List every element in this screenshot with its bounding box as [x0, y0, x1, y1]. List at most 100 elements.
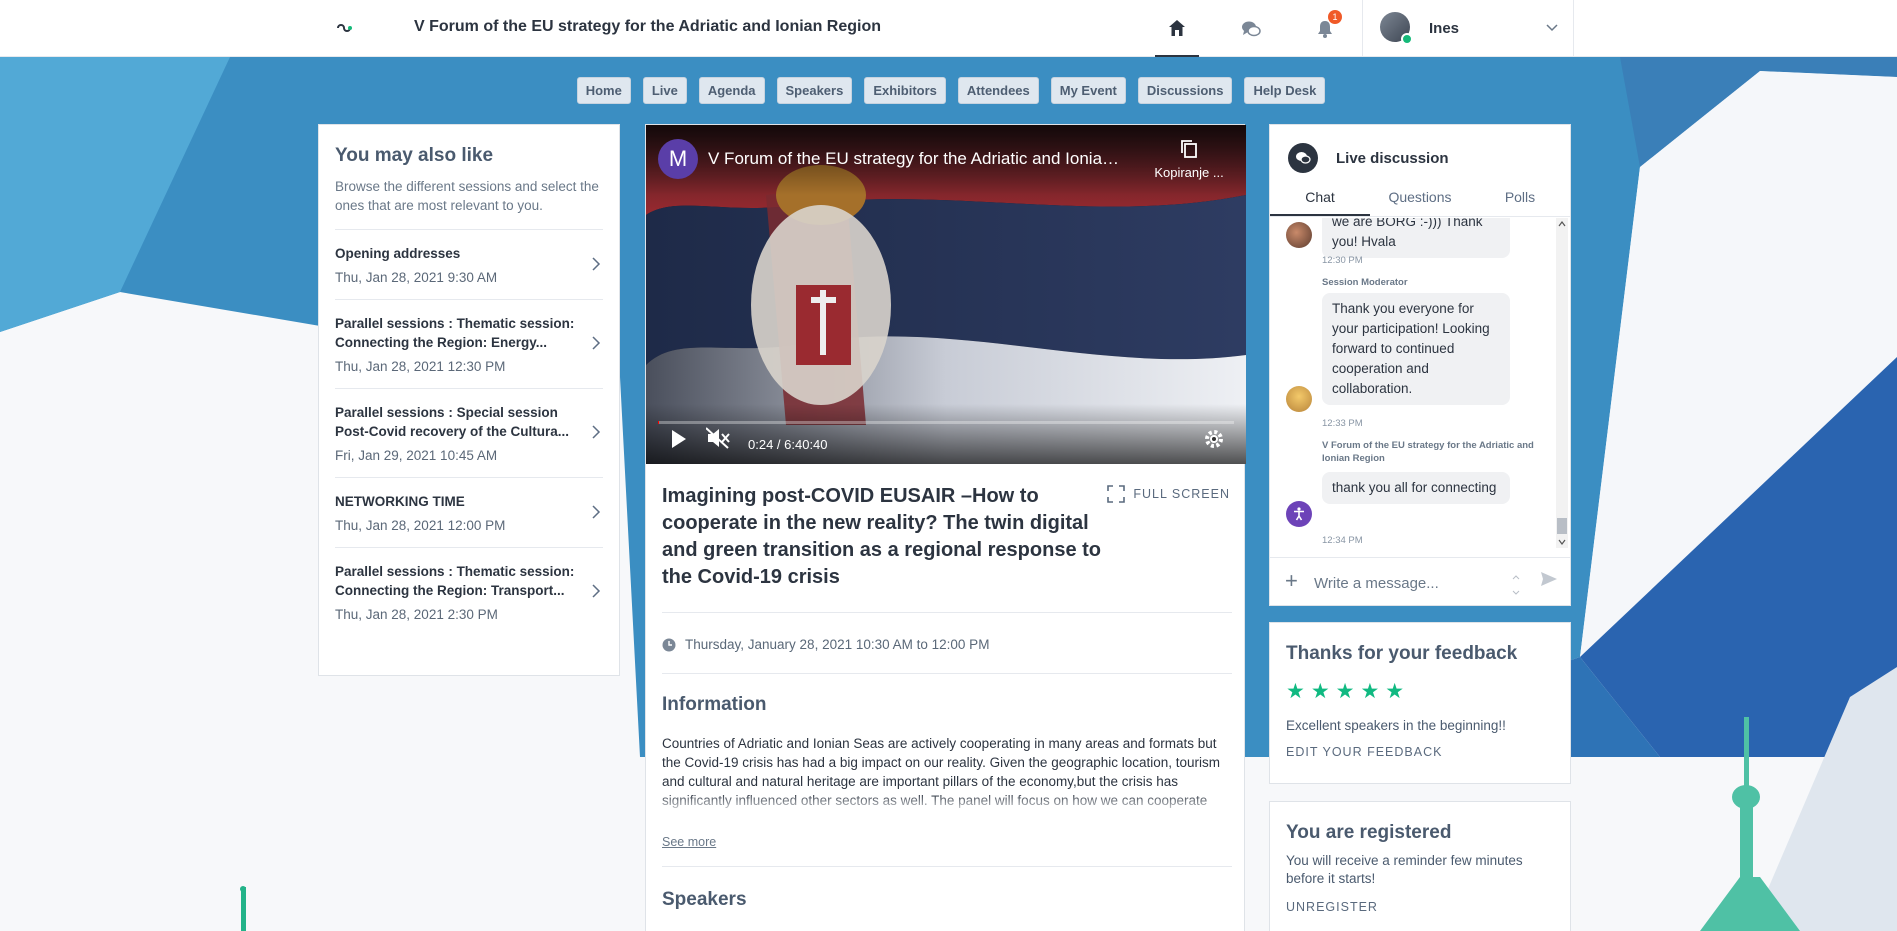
- divider: [662, 612, 1232, 613]
- nav-my-event[interactable]: My Event: [1050, 77, 1126, 104]
- messages-button[interactable]: [1229, 0, 1273, 57]
- message-avatar: [1286, 222, 1312, 248]
- nav-attendees[interactable]: Attendees: [957, 77, 1039, 104]
- feedback-comment: Excellent speakers in the beginning!!: [1286, 718, 1506, 733]
- message-time: 12:30 PM: [1322, 255, 1363, 266]
- add-attachment-button[interactable]: +: [1285, 570, 1298, 592]
- session-item-date: Thu, Jan 28, 2021 12:30 PM: [335, 359, 506, 374]
- clock-icon: [662, 638, 676, 651]
- session-item-title: Opening addresses: [335, 246, 461, 261]
- message-bubble: we are BORG :-))) Thank you! Hvala: [1322, 218, 1510, 258]
- fullscreen-icon: [1107, 485, 1126, 503]
- recommendations-title: You may also like: [335, 145, 494, 166]
- chevron-right-icon: [592, 425, 601, 439]
- chevron-right-icon: [592, 584, 601, 598]
- chat-tabs: Chat Questions Polls: [1270, 189, 1570, 217]
- registration-text: You will receive a reminder few minutes …: [1286, 853, 1523, 886]
- event-logo-icon[interactable]: [335, 19, 355, 37]
- session-item[interactable]: NETWORKING TIME Thu, Jan 28, 2021 12:00 …: [335, 477, 603, 533]
- session-panel: M V Forum of the EU strategy for the Adr…: [645, 124, 1246, 931]
- video-progress-bar[interactable]: [658, 421, 1234, 424]
- registration-title: You are registered: [1286, 822, 1452, 843]
- event-title[interactable]: V Forum of the EU strategy for the Adria…: [414, 18, 881, 36]
- information-title: Information: [662, 694, 767, 715]
- nav-agenda[interactable]: Agenda: [698, 77, 765, 104]
- chat-scrollbar-thumb[interactable]: [1557, 518, 1567, 534]
- live-discussion-icon: [1288, 143, 1318, 173]
- session-item-title: Parallel sessions : Thematic session: Co…: [335, 316, 575, 350]
- user-name: Ines: [1429, 20, 1460, 37]
- play-button[interactable]: [670, 429, 688, 454]
- live-discussion-panel: Live discussion Chat Questions Polls we …: [1269, 124, 1571, 606]
- video-progress-fill: [658, 421, 659, 424]
- fullscreen-button[interactable]: FULL SCREEN: [1107, 485, 1230, 503]
- edit-feedback-link[interactable]: EDIT YOUR FEEDBACK: [1286, 745, 1554, 759]
- video-time: 0:24 / 6:40:40: [748, 437, 828, 452]
- message-time: 12:33 PM: [1322, 418, 1363, 429]
- session-item[interactable]: Parallel sessions : Special session Post…: [335, 388, 603, 463]
- live-discussion-title: Live discussion: [1336, 150, 1449, 167]
- gear-icon: [1205, 430, 1223, 448]
- tab-chat[interactable]: Chat: [1270, 189, 1370, 216]
- copy-icon: [1181, 140, 1197, 158]
- session-item[interactable]: Parallel sessions : Thematic session: Co…: [335, 547, 603, 622]
- home-button[interactable]: [1155, 0, 1199, 57]
- notifications-button[interactable]: 1: [1303, 0, 1347, 57]
- chat-messages[interactable]: we are BORG :-))) Thank you! Hvala 12:30…: [1270, 218, 1558, 548]
- star-rating: ★★★★★: [1286, 680, 1411, 703]
- session-item-title: NETWORKING TIME: [335, 494, 465, 509]
- online-status-dot: [1401, 33, 1413, 45]
- session-item-title: Parallel sessions : Special session Post…: [335, 405, 570, 439]
- scroll-down-icon: [1558, 539, 1566, 545]
- home-icon: [1169, 19, 1185, 36]
- copy-link-button[interactable]: Kopiranje ...: [1144, 139, 1234, 180]
- speakers-title: Speakers: [662, 889, 747, 910]
- input-stepper-icon: [1512, 575, 1520, 595]
- message-avatar: [1286, 501, 1312, 527]
- tab-questions[interactable]: Questions: [1370, 189, 1470, 216]
- message-avatar: [1286, 386, 1312, 412]
- chevron-right-icon: [592, 504, 601, 519]
- nav-live[interactable]: Live: [642, 77, 687, 104]
- settings-button[interactable]: [1204, 429, 1224, 454]
- session-item[interactable]: Parallel sessions : Thematic session: Co…: [335, 299, 603, 374]
- channel-avatar[interactable]: M: [658, 139, 698, 179]
- see-more-link[interactable]: See more: [662, 835, 716, 849]
- session-item-date: Thu, Jan 28, 2021 2:30 PM: [335, 607, 498, 622]
- nav-home[interactable]: Home: [576, 77, 631, 104]
- message-input[interactable]: [1314, 570, 1504, 596]
- mute-button[interactable]: [705, 427, 730, 454]
- message-author: V Forum of the EU strategy for the Adria…: [1322, 440, 1534, 464]
- message-time: 12:34 PM: [1322, 535, 1363, 546]
- divider: [662, 866, 1232, 867]
- unregister-link[interactable]: UNREGISTER: [1286, 900, 1554, 914]
- fullscreen-label: FULL SCREEN: [1133, 487, 1230, 501]
- notification-badge: 1: [1328, 10, 1342, 24]
- volume-muted-icon: [705, 427, 730, 449]
- message-bubble: thank you all for connecting: [1322, 472, 1510, 504]
- recommendations-subtitle: Browse the different sessions and select…: [335, 179, 599, 213]
- session-header: Imagining post-COVID EUSAIR –How to coop…: [662, 483, 1232, 591]
- copy-link-label: Kopiranje ...: [1154, 165, 1224, 180]
- session-title: Imagining post-COVID EUSAIR –How to coop…: [662, 485, 1101, 588]
- tab-polls[interactable]: Polls: [1470, 189, 1570, 216]
- session-item[interactable]: Opening addresses Thu, Jan 28, 2021 9:30…: [335, 229, 603, 285]
- top-bar: V Forum of the EU strategy for the Adria…: [0, 0, 1897, 57]
- nav-discussions[interactable]: Discussions: [1137, 77, 1233, 104]
- scroll-up-icon: [1558, 221, 1566, 227]
- user-menu[interactable]: Ines: [1362, 0, 1574, 57]
- session-item-title: Parallel sessions : Thematic session: Co…: [335, 564, 575, 598]
- nav-speakers[interactable]: Speakers: [776, 77, 853, 104]
- feedback-panel: Thanks for your feedback ★★★★★ Excellent…: [1269, 622, 1571, 784]
- video-title[interactable]: V Forum of the EU strategy for the Adria…: [708, 149, 1128, 169]
- send-icon[interactable]: [1540, 571, 1558, 587]
- play-icon: [672, 430, 686, 448]
- chat-scrollbar[interactable]: [1556, 218, 1568, 548]
- registration-panel: You are registered You will receive a re…: [1269, 801, 1571, 931]
- nav-help-desk[interactable]: Help Desk: [1244, 77, 1326, 104]
- video-player[interactable]: M V Forum of the EU strategy for the Adr…: [646, 125, 1246, 464]
- nav-exhibitors[interactable]: Exhibitors: [864, 77, 946, 104]
- accessibility-icon: [1294, 507, 1304, 521]
- message-author: Session Moderator: [1322, 277, 1408, 288]
- session-datetime-text: Thursday, January 28, 2021 10:30 AM to 1…: [685, 637, 990, 652]
